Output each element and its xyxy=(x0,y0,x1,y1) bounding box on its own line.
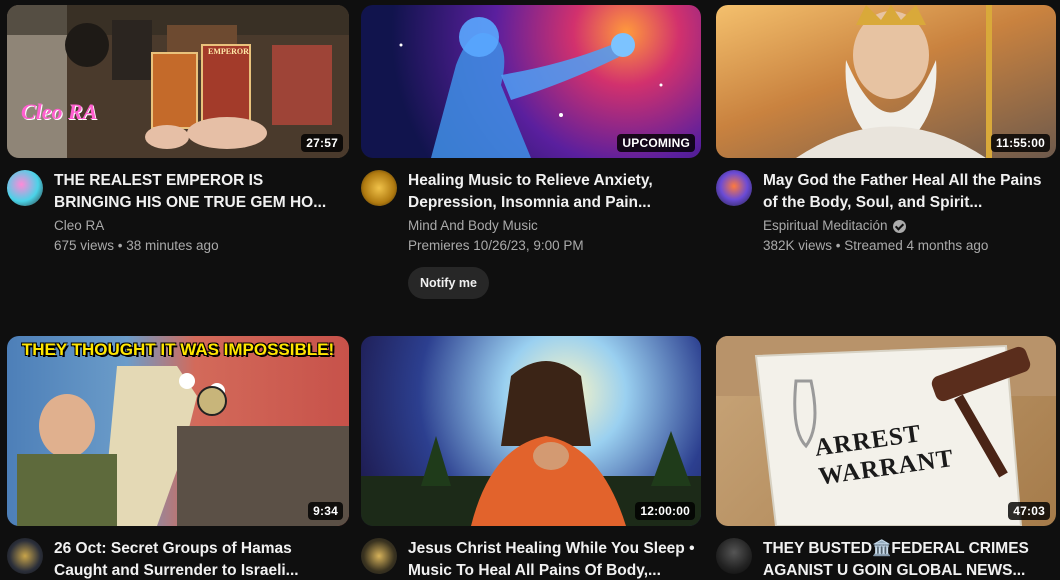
video-title[interactable]: May God the Father Heal All the Pains of… xyxy=(763,170,1056,213)
channel-avatar[interactable] xyxy=(361,170,397,206)
duration-badge: 27:57 xyxy=(301,134,343,152)
channel-avatar[interactable] xyxy=(716,538,752,574)
video-card[interactable]: UPCOMING Healing Music to Relieve Anxiet… xyxy=(361,5,701,299)
channel-avatar[interactable] xyxy=(716,170,752,206)
video-stats: 675 views • 38 minutes ago xyxy=(54,238,219,253)
thumbnail-art-tarot xyxy=(7,5,349,158)
video-title[interactable]: THE REALEST EMPEROR IS BRINGING HIS ONE … xyxy=(54,170,349,213)
channel-avatar[interactable] xyxy=(7,170,43,206)
channel-avatar[interactable] xyxy=(7,538,43,574)
thumbnail-text: EMPEROR xyxy=(208,47,249,56)
channel-name[interactable]: Mind And Body Music xyxy=(408,216,701,236)
video-title[interactable]: 26 Oct: Secret Groups of Hamas Caught an… xyxy=(54,538,349,580)
video-stats: 382K views • Streamed 4 months ago xyxy=(763,238,989,253)
video-title[interactable]: Healing Music to Relieve Anxiety, Depres… xyxy=(408,170,701,213)
video-thumbnail[interactable]: ARREST WARRANT 47:03 xyxy=(716,336,1056,526)
duration-badge: 11:55:00 xyxy=(991,134,1050,152)
video-stats: Premieres 10/26/23, 9:00 PM xyxy=(408,238,584,253)
verified-check-icon xyxy=(892,219,906,233)
thumbnail-art-jesus xyxy=(361,361,701,526)
video-card[interactable]: ARREST WARRANT 47:03 THEY BUSTED🏛️FEDERA… xyxy=(716,336,1056,580)
channel-avatar[interactable] xyxy=(361,538,397,574)
video-card[interactable]: 12:00:00 Jesus Christ Healing While You … xyxy=(361,336,701,580)
duration-badge: 9:34 xyxy=(308,502,343,520)
thumbnail-art-map xyxy=(17,366,349,526)
thumbnail-logo: Cleo RA xyxy=(21,99,98,124)
upcoming-badge: UPCOMING xyxy=(617,134,695,152)
video-thumbnail[interactable]: 12:00:00 xyxy=(361,336,701,526)
video-title[interactable]: Jesus Christ Healing While You Sleep • M… xyxy=(408,538,701,580)
channel-name-text[interactable]: Mind And Body Music xyxy=(408,216,538,236)
duration-badge: 12:00:00 xyxy=(635,502,695,520)
video-card[interactable]: 11:55:00 May God the Father Heal All the… xyxy=(716,5,1056,256)
channel-name-text[interactable]: Cleo RA xyxy=(54,216,104,236)
video-thumbnail[interactable]: THEY THOUGHT IT WAS IMPOSSIBLE! 9:34 xyxy=(7,336,349,526)
thumbnail-text: THEY THOUGHT IT WAS IMPOSSIBLE! xyxy=(21,340,335,359)
video-card[interactable]: THEY THOUGHT IT WAS IMPOSSIBLE! 9:34 26 … xyxy=(7,336,349,580)
channel-name[interactable]: Cleo RA xyxy=(54,216,349,236)
video-thumbnail[interactable]: EMPEROR Cleo RA 27:57 xyxy=(7,5,349,158)
channel-name[interactable]: Espiritual Meditación xyxy=(763,216,1056,236)
channel-name-text[interactable]: Espiritual Meditación xyxy=(763,216,888,236)
video-card[interactable]: EMPEROR Cleo RA 27:57 THE REALEST EMPERO… xyxy=(7,5,349,256)
video-title[interactable]: THEY BUSTED🏛️FEDERAL CRIMES AGANIST U GO… xyxy=(763,538,1056,580)
video-thumbnail[interactable]: UPCOMING xyxy=(361,5,701,158)
video-thumbnail[interactable]: 11:55:00 xyxy=(716,5,1056,158)
duration-badge: 47:03 xyxy=(1008,502,1050,520)
notify-me-button[interactable]: Notify me xyxy=(408,267,489,299)
